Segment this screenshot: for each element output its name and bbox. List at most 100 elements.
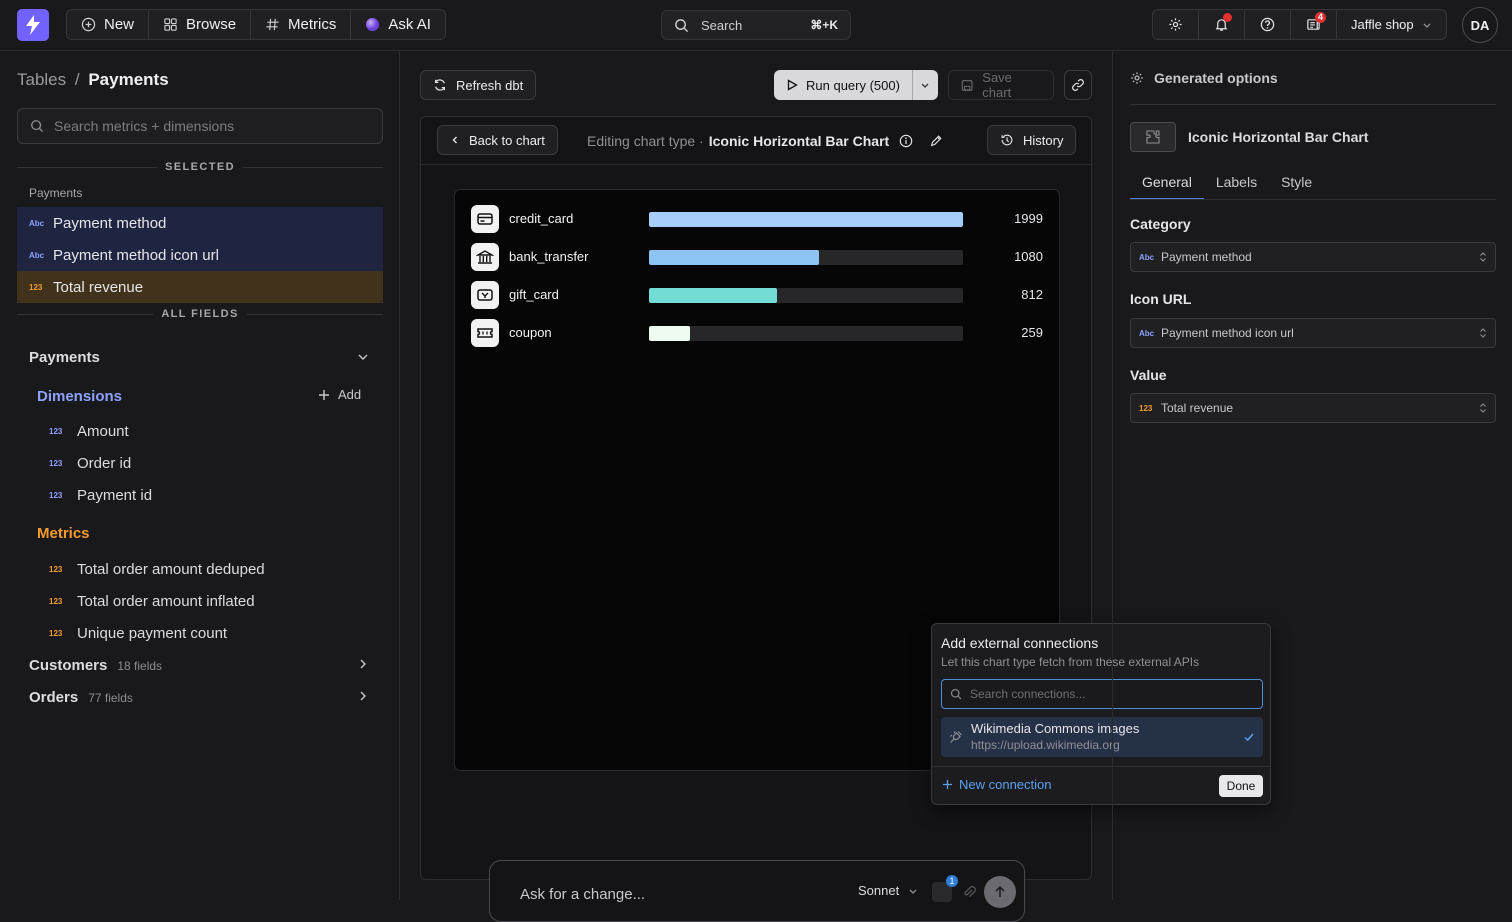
paperclip-icon[interactable] [962, 884, 976, 900]
run-query-button[interactable]: Run query (500) [774, 70, 938, 100]
field-label: Unique payment count [77, 625, 228, 642]
help-button[interactable] [1245, 10, 1291, 39]
bar-value: 1999 [1014, 211, 1043, 226]
value-select[interactable]: 123 Total revenue [1130, 393, 1496, 423]
refresh-dbt-button[interactable]: Refresh dbt [420, 70, 537, 100]
plus-icon [319, 389, 329, 400]
number-type-icon: 123 [49, 427, 63, 436]
editing-chart-type: Editing chart type · Iconic Horizontal B… [587, 133, 943, 149]
settings-button[interactable] [1153, 10, 1199, 39]
model-selector[interactable]: Sonnet [858, 883, 918, 898]
ai-orb-icon [366, 17, 380, 32]
ask-ai-button[interactable]: Ask AI [351, 10, 445, 39]
add-dimension-button[interactable]: Add [318, 387, 361, 402]
new-connection-button[interactable]: New connection [942, 777, 1052, 792]
string-type-icon: Abc [1139, 328, 1155, 338]
bar-label: credit_card [509, 211, 574, 226]
breadcrumb-tables[interactable]: Tables [17, 70, 66, 89]
share-link-button[interactable] [1064, 70, 1092, 100]
ai-prompt-box[interactable]: Ask for a change... Sonnet 1 [489, 860, 1025, 922]
plus-icon [942, 779, 953, 790]
field-search-input[interactable]: Search metrics + dimensions [17, 108, 383, 144]
selected-label-text: SELECTED [165, 161, 235, 173]
string-type-icon: Abc [1139, 252, 1155, 262]
play-icon [787, 79, 798, 91]
puzzle-icon [1146, 130, 1160, 144]
bar-row[interactable]: gift_card 812 [471, 280, 1045, 310]
refresh-dbt-label: Refresh dbt [456, 77, 524, 93]
bar-fill [649, 212, 963, 227]
chevron-right-icon[interactable] [357, 690, 369, 702]
project-name: Jaffle shop [1351, 17, 1414, 32]
connections-count-badge: 1 [946, 875, 958, 887]
lightdash-logo-icon[interactable] [17, 9, 49, 41]
category-select[interactable]: Abc Payment method [1130, 242, 1496, 272]
new-button[interactable]: New [67, 10, 150, 39]
history-button[interactable]: History [987, 125, 1077, 155]
bar-row[interactable]: coupon 259 [471, 318, 1045, 348]
plug-icon [950, 731, 962, 743]
bar-track [649, 326, 963, 341]
global-search[interactable]: Search ⌘+K [661, 10, 851, 40]
chart-type-selector[interactable] [1130, 122, 1176, 152]
bar-row[interactable]: credit_card 1999 [471, 204, 1045, 234]
selected-field-payment-method[interactable]: Abc Payment method [17, 207, 383, 239]
icon-url-select[interactable]: Abc Payment method icon url [1130, 318, 1496, 348]
back-to-chart-button[interactable]: Back to chart [437, 125, 558, 155]
chevron-right-icon[interactable] [357, 658, 369, 670]
run-query-dropdown[interactable] [913, 70, 938, 100]
dimensions-header[interactable]: Dimensions [37, 388, 122, 405]
ai-prompt-input[interactable]: Ask for a change... [520, 886, 645, 903]
select-arrows-icon [1480, 403, 1486, 413]
field-label: Amount [77, 423, 129, 440]
send-button[interactable] [984, 876, 1016, 908]
updates-button[interactable]: 4 [1291, 10, 1337, 39]
tab-general[interactable]: General [1130, 168, 1204, 200]
avatar[interactable]: DA [1462, 7, 1498, 43]
selected-field-label: Total revenue [53, 278, 144, 296]
breadcrumb-separator: / [74, 70, 80, 89]
field-total-order-amount-deduped[interactable]: 123 Total order amount deduped [49, 561, 265, 578]
string-type-icon: Abc [29, 218, 45, 228]
bar-value: 259 [1021, 325, 1043, 340]
edit-pencil-icon[interactable] [929, 134, 943, 148]
link-icon [1072, 79, 1084, 91]
string-type-icon: Abc [29, 250, 45, 260]
project-selector[interactable]: Jaffle shop [1337, 10, 1446, 39]
table-customers-header[interactable]: Customers 18 fields [29, 657, 162, 674]
metrics-button[interactable]: Metrics [251, 10, 352, 39]
metrics-header[interactable]: Metrics [37, 525, 90, 542]
notifications-button[interactable] [1199, 10, 1245, 39]
run-query-main[interactable]: Run query (500) [774, 70, 913, 100]
table-orders-header[interactable]: Orders 77 fields [29, 689, 133, 706]
arrow-up-icon [995, 885, 1005, 897]
tab-labels[interactable]: Labels [1204, 168, 1269, 200]
table-name: Payments [29, 349, 100, 366]
grid-icon [164, 18, 177, 31]
bar-row[interactable]: bank_transfer 1080 [471, 242, 1045, 272]
field-count: 77 fields [88, 690, 133, 705]
field-amount[interactable]: 123 Amount [49, 423, 129, 440]
tab-style[interactable]: Style [1269, 168, 1324, 200]
browse-button[interactable]: Browse [149, 10, 252, 39]
selected-field-payment-method-icon-url[interactable]: Abc Payment method icon url [17, 239, 383, 271]
number-type-icon: 123 [49, 491, 63, 500]
search-icon [675, 18, 689, 32]
coupon-icon [471, 319, 499, 347]
bar-label: gift_card [509, 287, 559, 302]
bar-label: bank_transfer [509, 249, 589, 264]
selected-group-label: Payments [29, 186, 83, 200]
table-payments-header[interactable]: Payments [29, 349, 100, 366]
save-chart-button[interactable]: Save chart [948, 70, 1054, 100]
selected-field-total-revenue[interactable]: 123 Total revenue [17, 271, 383, 303]
field-order-id[interactable]: 123 Order id [49, 455, 131, 472]
field-payment-id[interactable]: 123 Payment id [49, 487, 152, 504]
editing-prefix: Editing chart type · [587, 133, 704, 149]
field-total-order-amount-inflated[interactable]: 123 Total order amount inflated [49, 593, 255, 610]
chevron-down-icon[interactable] [357, 351, 369, 363]
generated-options-header: Generated options [1130, 70, 1278, 86]
field-unique-payment-count[interactable]: 123 Unique payment count [49, 625, 227, 642]
info-icon[interactable] [899, 134, 913, 148]
new-button-label: New [104, 16, 135, 33]
chart-type-name: Iconic Horizontal Bar Chart [1188, 129, 1369, 145]
